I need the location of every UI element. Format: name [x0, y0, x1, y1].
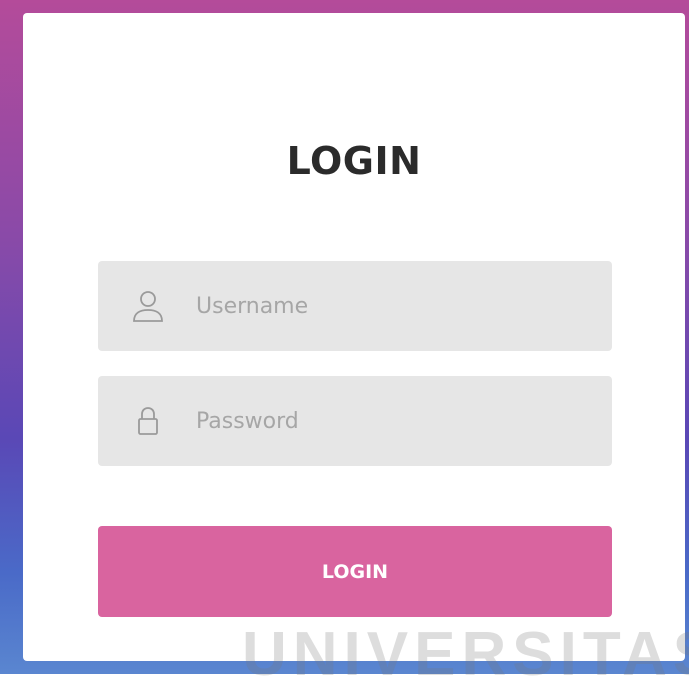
login-button[interactable]: LOGIN: [98, 526, 612, 617]
password-field-container[interactable]: [98, 376, 612, 466]
username-field-container[interactable]: [98, 261, 612, 351]
universitas-watermark: UNIVERSITAS: [242, 620, 689, 689]
user-icon: [131, 289, 165, 323]
password-input[interactable]: [194, 407, 578, 435]
login-title: LOGIN: [286, 139, 422, 183]
login-card: LOGIN LOGIN: [23, 13, 685, 661]
lock-icon: [131, 404, 165, 438]
username-input[interactable]: [194, 292, 578, 320]
